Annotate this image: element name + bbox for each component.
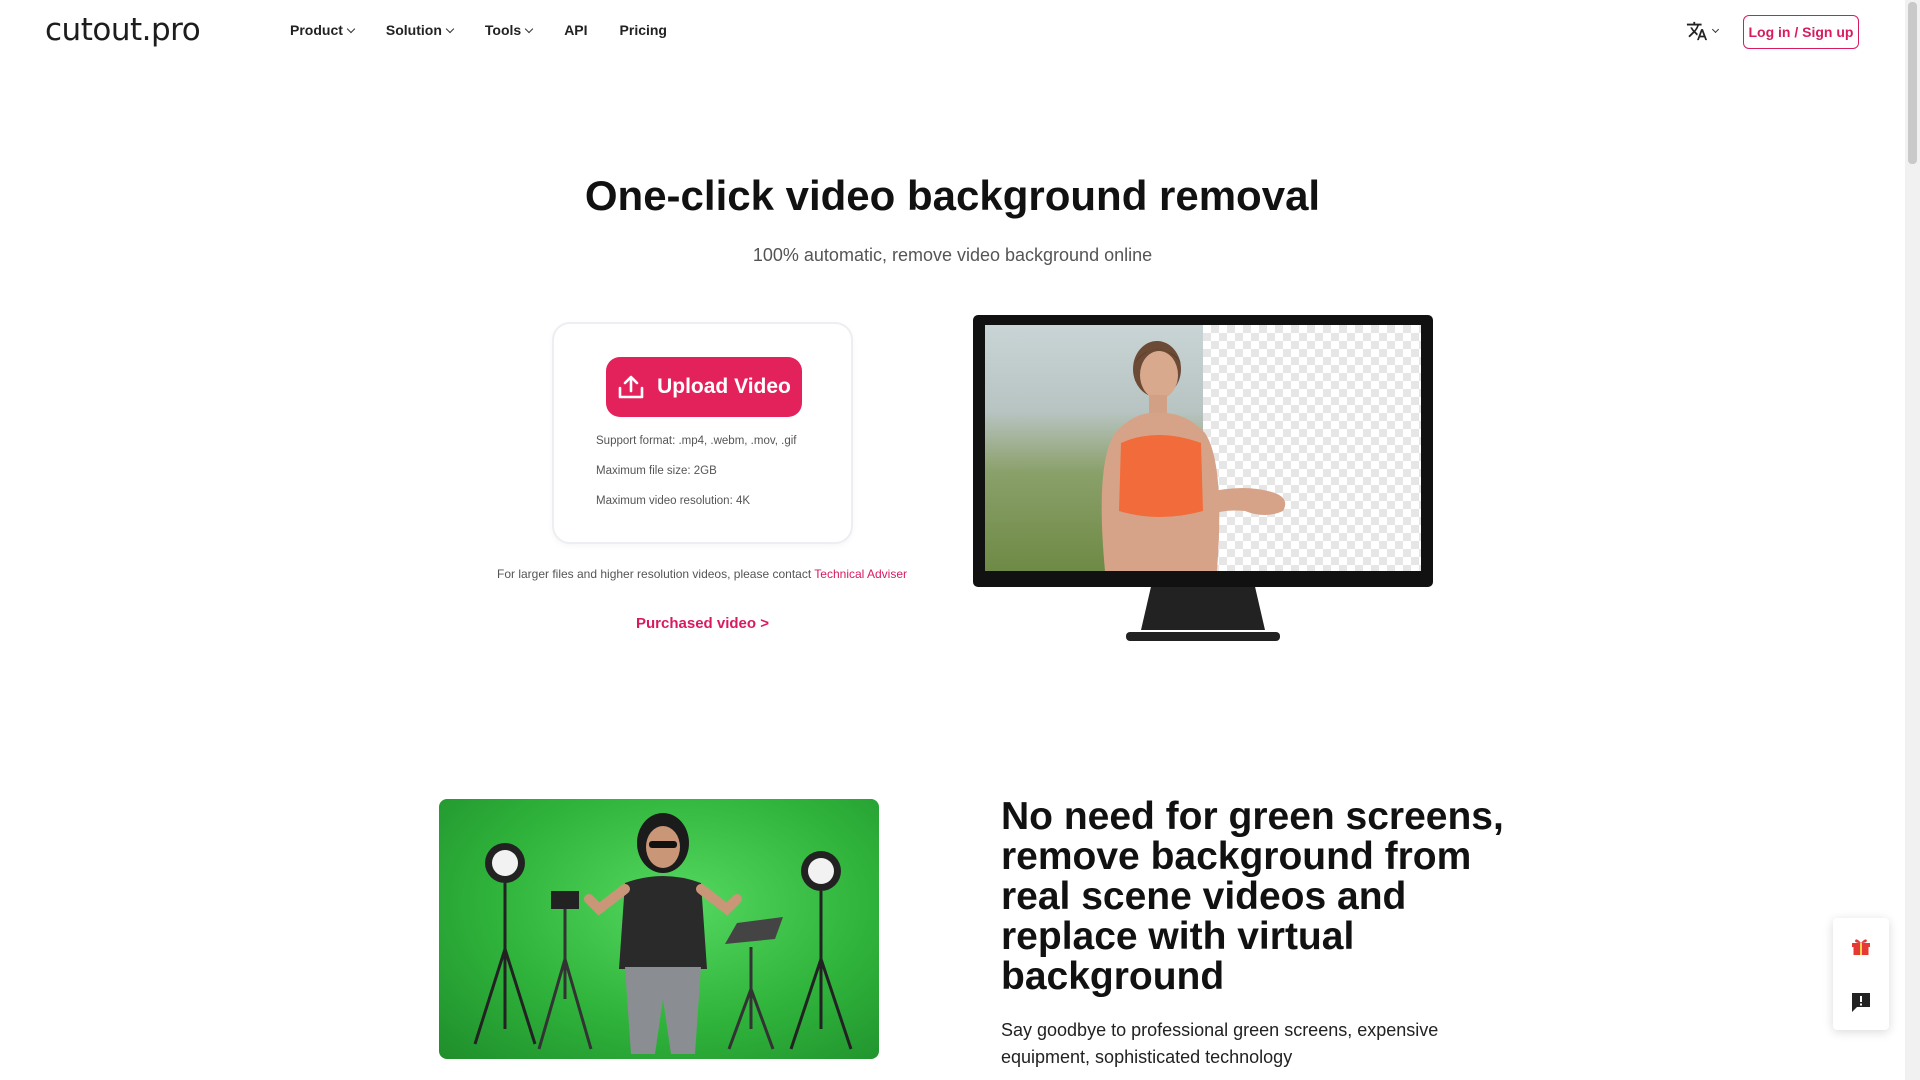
nav-api[interactable]: API [564, 22, 587, 38]
translate-icon [1686, 21, 1708, 41]
nav-solution-label: Solution [385, 22, 442, 38]
preview-screen [985, 325, 1421, 571]
login-signup-button[interactable]: Log in / Sign up [1743, 15, 1859, 49]
green-screen-studio-image [439, 799, 879, 1059]
upload-video-button[interactable]: Upload Video [606, 357, 802, 417]
language-selector[interactable] [1686, 20, 1720, 42]
upload-video-label: Upload Video [657, 375, 791, 398]
monitor-preview [973, 315, 1433, 587]
nav-pricing-label: Pricing [619, 22, 667, 38]
floating-toolbar [1833, 918, 1889, 1030]
site-header: cutout.pro Product Solution Tools API Pr… [0, 0, 1905, 64]
monitor-base [1126, 632, 1280, 641]
upload-card: Upload Video Support format: .mp4, .webm… [552, 322, 853, 544]
woman-runner-image [1101, 341, 1286, 571]
monitor-stand [1141, 587, 1265, 630]
gift-icon[interactable] [1849, 934, 1873, 958]
scrollbar-thumb[interactable] [1908, 2, 1917, 164]
section-description: Say goodbye to professional green screen… [1001, 1020, 1439, 1067]
max-resolution-text: Maximum video resolution: 4K [596, 495, 751, 507]
chevron-down-icon [346, 24, 356, 33]
logo[interactable]: cutout.pro [45, 12, 201, 48]
page-subtitle: 100% automatic, remove video background … [752, 245, 1153, 265]
nav-product[interactable]: Product [290, 22, 356, 38]
scrollbar[interactable] [1905, 0, 1920, 1080]
feedback-icon[interactable] [1849, 990, 1873, 1014]
page-title: One-click video background removal [584, 172, 1321, 219]
contact-note: For larger files and higher resolution v… [420, 567, 984, 581]
upload-icon [618, 375, 644, 399]
nav-tools-label: Tools [484, 22, 522, 38]
max-file-size-text: Maximum file size: 2GB [596, 465, 717, 477]
purchased-video-link[interactable]: Purchased video > [552, 615, 853, 632]
main-nav: Product Solution Tools API Pricing [290, 22, 699, 38]
chevron-down-icon [524, 24, 534, 33]
support-format-text: Support format: .mp4, .webm, .mov, .gif [596, 435, 797, 447]
technical-adviser-link[interactable]: Technical Adviser [814, 567, 907, 581]
nav-api-label: API [564, 22, 588, 38]
chevron-down-icon [1711, 25, 1720, 34]
chevron-down-icon [445, 24, 455, 33]
nav-product-label: Product [290, 22, 343, 38]
section-title: No need for green screens, remove backgr… [1001, 795, 1504, 998]
studio-illustration [473, 813, 853, 1054]
contact-text: For larger files and higher resolution v… [496, 567, 812, 581]
nav-tools[interactable]: Tools [484, 22, 534, 38]
nav-pricing[interactable]: Pricing [620, 22, 667, 38]
nav-solution[interactable]: Solution [385, 22, 455, 38]
